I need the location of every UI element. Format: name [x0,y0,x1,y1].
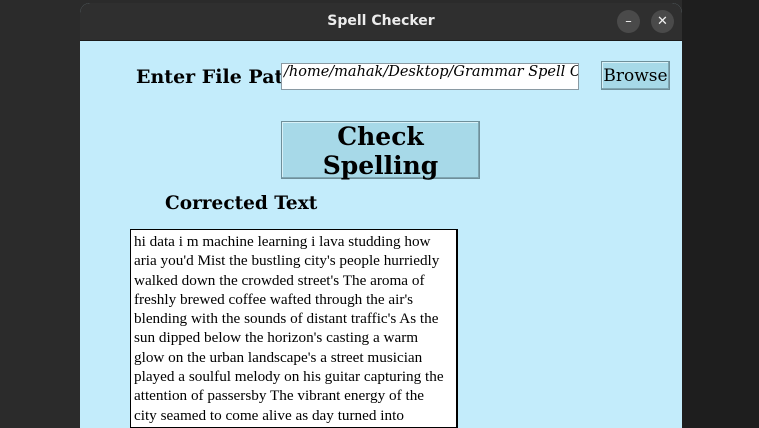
text-line: blending with the sounds of distant traf… [134,310,439,328]
main-content: Enter File Path: /home/mahak/Desktop/Gra… [80,41,682,428]
check-spelling-button[interactable]: Check Spelling [281,121,480,180]
file-path-label: Enter File Path: [136,66,305,88]
corrected-text-heading: Corrected Text [165,193,318,214]
text-line: aria you'd Mist the bustling city's peop… [134,252,440,270]
text-line: attention of passersby The vibrant energ… [134,387,425,405]
text-line: played a soulful melody on his guitar ca… [134,368,444,386]
file-path-input[interactable]: /home/mahak/Desktop/Grammar Spell Checke… [281,63,579,90]
close-button[interactable]: ✕ [651,10,674,33]
text-line: city seamed to come alive as day turned … [134,406,404,424]
close-icon: ✕ [657,14,668,29]
minimize-button[interactable]: – [617,10,640,33]
background-editor-pane [682,0,759,428]
text-line: hi data i m machine learning i lava stud… [134,233,431,250]
text-line: glow on the urban landscape's a street m… [134,348,423,366]
text-line: freshly brewed coffee wafted through the… [134,290,414,308]
window-title: Spell Checker [327,13,435,29]
spell-checker-window: Spell Checker – ✕ Enter File Path: /home… [80,3,682,428]
text-line: walked down the crowded street's The aro… [134,271,425,289]
text-line: sun dipped below the horizon's casting a… [134,329,419,347]
minimize-icon: – [625,14,632,29]
title-bar[interactable]: Spell Checker – ✕ [80,3,682,41]
browse-button[interactable]: Browse [601,61,670,90]
corrected-text-area[interactable]: hi data i m machine learning i lava stud… [130,229,458,428]
